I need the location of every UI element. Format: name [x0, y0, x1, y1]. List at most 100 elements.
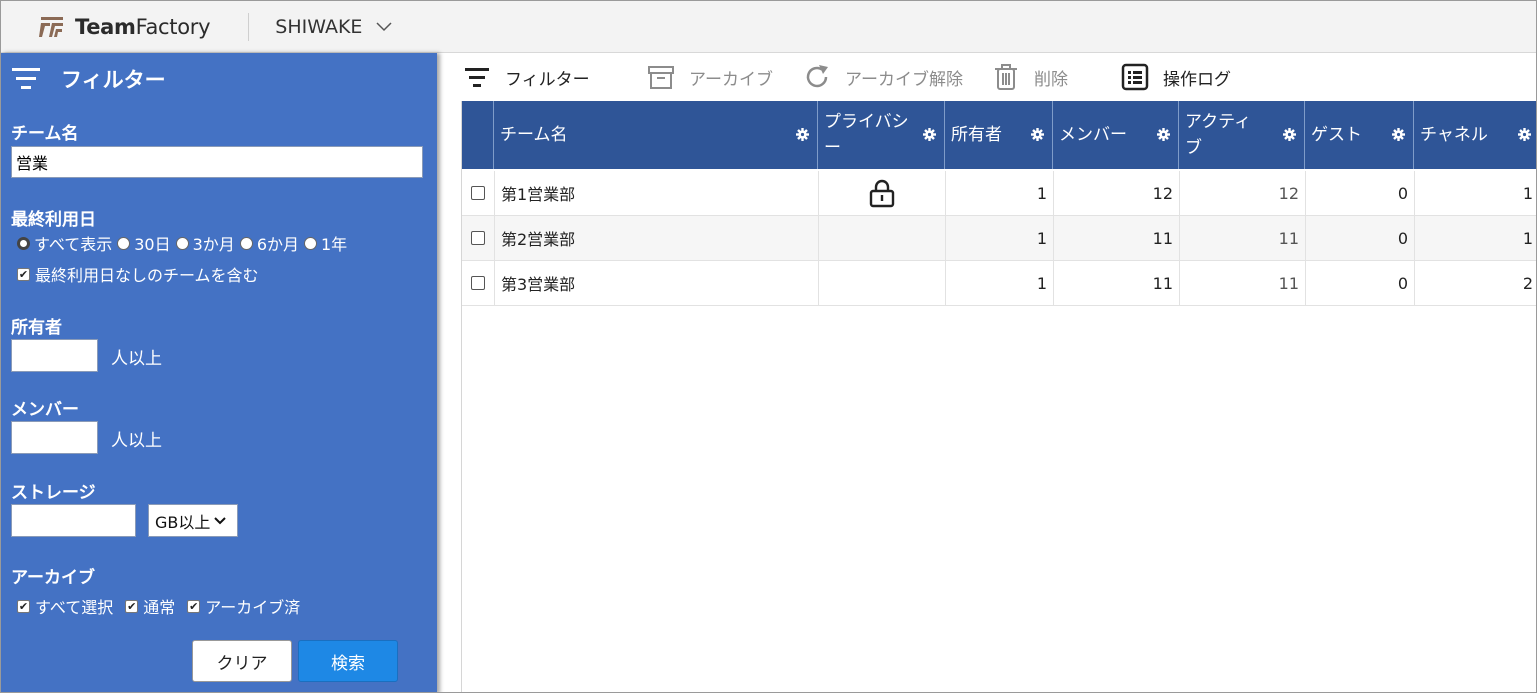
- storage-unit-select[interactable]: GB以上: [148, 504, 238, 537]
- owner-suffix: 人以上: [111, 349, 162, 369]
- list-icon: [1121, 63, 1149, 91]
- teams-table: チーム名 プライバシー 所有者 メンバー アクティブ ゲスト チャネル 第1営業…: [461, 101, 1536, 692]
- cell-team-name[interactable]: 第2営業部: [495, 216, 819, 260]
- column-header-active[interactable]: アクティブ: [1179, 101, 1305, 169]
- cell-channels: 1: [1522, 183, 1533, 203]
- column-header-team-name[interactable]: チーム名: [494, 101, 818, 169]
- column-header-label: アクティブ: [1185, 112, 1252, 158]
- clear-button[interactable]: クリア: [192, 640, 292, 682]
- cell-team-name[interactable]: 第1営業部: [495, 171, 819, 215]
- owner-count-input[interactable]: [11, 339, 98, 372]
- header-select-cell: [462, 101, 494, 169]
- archive-option-all[interactable]: ✔ すべて選択: [17, 594, 113, 618]
- last-used-option-label: すべて表示: [34, 235, 113, 254]
- workspace-selector[interactable]: SHIWAKE: [275, 16, 392, 38]
- column-header-owners[interactable]: 所有者: [945, 101, 1053, 169]
- checkbox-checked-icon: ✔: [17, 599, 30, 613]
- chevron-down-icon: [376, 21, 392, 31]
- last-used-option-label: 1年: [321, 235, 348, 254]
- column-header-label: メンバー: [1059, 125, 1127, 145]
- toolbar: フィルター アーカイブ アーカイブ解除 削除 操作ログ: [461, 53, 1536, 99]
- gear-icon[interactable]: [1518, 128, 1531, 141]
- last-used-option-6m[interactable]: 6か月: [239, 231, 299, 255]
- workspace-name: SHIWAKE: [275, 15, 363, 38]
- cell-team-name[interactable]: 第3営業部: [495, 261, 819, 305]
- toolbar-filter-label: フィルター: [505, 69, 590, 90]
- search-button-label: 検索: [331, 653, 365, 674]
- table-row[interactable]: 第2営業部 1 11 11 0 1: [462, 216, 1536, 261]
- app-logo[interactable]: TeamFactory: [39, 14, 211, 39]
- chevron-down-icon: [214, 516, 227, 524]
- gear-icon[interactable]: [796, 128, 809, 141]
- last-used-option-3m[interactable]: 3か月: [175, 231, 235, 255]
- column-header-channels[interactable]: チャネル: [1414, 101, 1536, 169]
- member-label: メンバー: [11, 400, 79, 420]
- column-header-label: チャネル: [1420, 125, 1488, 145]
- toolbar-filter-button[interactable]: フィルター: [463, 63, 590, 91]
- cell-owners: 1: [946, 216, 1054, 260]
- row-select-checkbox[interactable]: [462, 171, 495, 215]
- last-used-option-all[interactable]: すべて表示: [17, 231, 112, 255]
- toolbar-unarchive-button[interactable]: アーカイブ解除: [803, 63, 963, 91]
- toolbar-log-label: 操作ログ: [1163, 69, 1231, 90]
- archive-option-archived[interactable]: ✔ アーカイブ済: [187, 594, 300, 618]
- column-header-members[interactable]: メンバー: [1053, 101, 1179, 169]
- archive-option-label: 通常: [143, 598, 176, 617]
- table-row[interactable]: 第3営業部 1 11 11 0 2: [462, 261, 1536, 306]
- filter-panel-title: フィルター: [61, 68, 166, 92]
- row-select-checkbox[interactable]: [462, 261, 495, 305]
- column-header-label: プライバシー: [824, 112, 909, 158]
- checkbox-checked-icon: ✔: [187, 599, 201, 613]
- table-header: チーム名 プライバシー 所有者 メンバー アクティブ ゲスト チャネル: [462, 101, 1536, 169]
- column-header-privacy[interactable]: プライバシー: [818, 101, 945, 169]
- last-used-option-30d[interactable]: 30日: [117, 231, 171, 255]
- search-button[interactable]: 検索: [298, 640, 398, 682]
- logo-text: TeamFactory: [75, 14, 211, 39]
- column-header-label: チーム名: [500, 125, 568, 145]
- cell-owners: 1: [946, 171, 1054, 215]
- cell-active: 11: [1180, 261, 1306, 305]
- storage-size-input[interactable]: [11, 504, 136, 537]
- team-name-input[interactable]: [11, 146, 423, 178]
- team-name-label: チーム名: [11, 124, 79, 144]
- gear-icon[interactable]: [1283, 128, 1296, 141]
- column-header-guests[interactable]: ゲスト: [1305, 101, 1414, 169]
- owner-label: 所有者: [11, 318, 62, 338]
- archive-option-label: すべて選択: [35, 598, 114, 617]
- radio-icon: [304, 236, 317, 250]
- column-header-label: ゲスト: [1311, 125, 1362, 145]
- cell-active: 11: [1180, 216, 1306, 260]
- toolbar-archive-button[interactable]: アーカイブ: [647, 63, 773, 91]
- row-select-checkbox[interactable]: [462, 216, 495, 260]
- cell-active: 12: [1180, 171, 1306, 215]
- gear-icon[interactable]: [1031, 128, 1044, 141]
- cell-members: 12: [1054, 171, 1180, 215]
- cell-channels: 2: [1522, 273, 1533, 293]
- archive-box-icon: [648, 66, 674, 89]
- lock-icon: [869, 179, 895, 208]
- logo-text-bold: Team: [75, 14, 136, 39]
- teamfactory-logo-icon: [39, 16, 63, 37]
- gear-icon[interactable]: [923, 128, 936, 141]
- checkbox-icon: [471, 231, 485, 245]
- archive-label: アーカイブ: [11, 568, 95, 588]
- filter-icon: [12, 68, 40, 89]
- last-used-option-1y[interactable]: 1年: [304, 231, 347, 255]
- gear-icon[interactable]: [1157, 128, 1170, 141]
- checkbox-icon: [471, 276, 485, 290]
- storage-label: ストレージ: [11, 483, 96, 503]
- include-no-last-used-label: 最終利用日なしのチームを含む: [35, 266, 259, 285]
- checkbox-icon: [471, 186, 485, 200]
- archive-option-label: アーカイブ済: [205, 598, 301, 617]
- table-row[interactable]: 第1営業部 1 12 12 0 1: [462, 171, 1536, 216]
- cell-privacy: [819, 261, 946, 305]
- gear-icon[interactable]: [1392, 128, 1405, 141]
- include-no-last-used-checkbox[interactable]: ✔ 最終利用日なしのチームを含む: [17, 262, 259, 286]
- toolbar-log-button[interactable]: 操作ログ: [1121, 63, 1231, 91]
- member-count-input[interactable]: [11, 421, 98, 454]
- toolbar-delete-button[interactable]: 削除: [992, 63, 1068, 91]
- logo-text-light: Factory: [135, 14, 211, 39]
- archive-option-normal[interactable]: ✔ 通常: [125, 594, 175, 618]
- last-used-option-label: 3か月: [192, 235, 235, 254]
- toolbar-delete-label: 削除: [1034, 69, 1068, 90]
